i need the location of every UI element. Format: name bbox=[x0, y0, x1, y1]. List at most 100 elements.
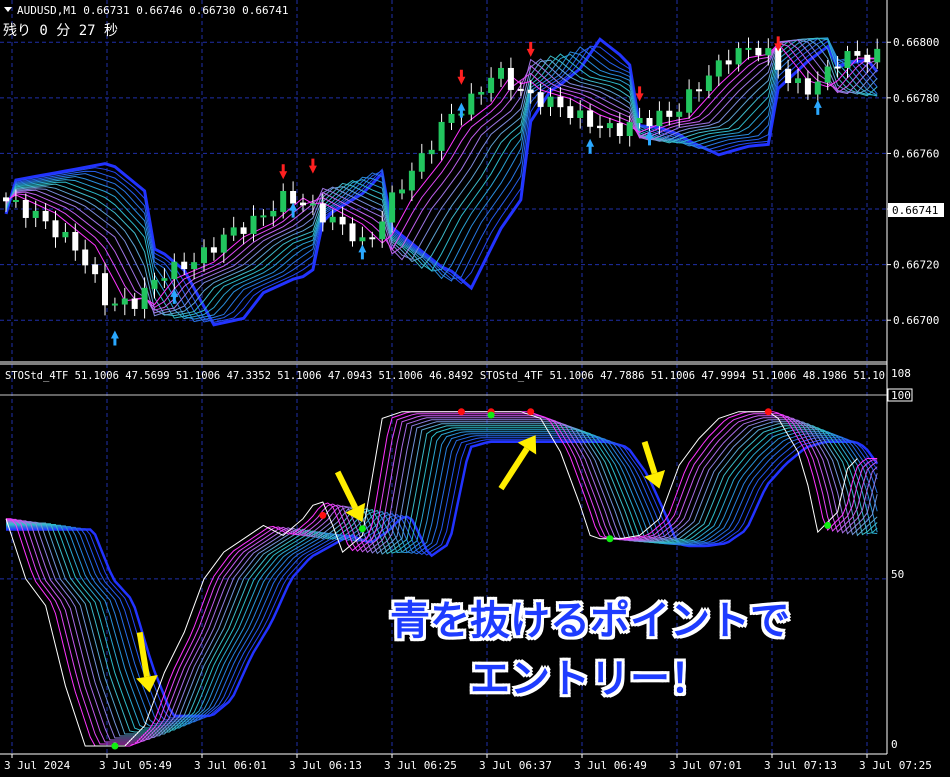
current-price-label: 0.66741 bbox=[892, 204, 938, 217]
buy-signal-dot bbox=[824, 521, 832, 529]
candle-body bbox=[319, 203, 326, 223]
candle-body bbox=[438, 121, 445, 151]
annotation-line-2: エントリー！ bbox=[470, 656, 710, 702]
price-tick-label: 0.66720 bbox=[893, 259, 939, 272]
oscillator-tick-label: 0 bbox=[891, 738, 898, 751]
candle-body bbox=[676, 111, 683, 117]
indicator-header: STOStd_4TF 51.1006 47.5699 51.1006 47.33… bbox=[5, 369, 885, 382]
candle-body bbox=[636, 117, 643, 124]
sell-signal-dot bbox=[319, 511, 327, 519]
candle-body bbox=[666, 110, 673, 117]
candle-body bbox=[765, 48, 772, 56]
time-tick-label: 3 Jul 06:25 bbox=[384, 759, 457, 772]
candle-body bbox=[735, 48, 742, 65]
sell-signal-dot bbox=[457, 408, 465, 416]
candle-body bbox=[567, 106, 574, 118]
candle-body bbox=[795, 78, 801, 84]
buy-signal-dot bbox=[358, 525, 366, 533]
candle-body bbox=[290, 191, 297, 204]
annotation-caption: 青を抜けるポイントで エントリー！ bbox=[355, 592, 825, 708]
symbol-header: AUDUSD,M1 0.66731 0.66746 0.66730 0.6674… bbox=[17, 4, 289, 17]
candle-body bbox=[250, 215, 257, 234]
candle-body bbox=[814, 81, 821, 95]
annotation-line-1: 青を抜けるポイントで bbox=[390, 598, 790, 644]
candle-body bbox=[577, 110, 584, 118]
candle-body bbox=[260, 215, 267, 218]
candle-body bbox=[171, 261, 178, 280]
time-tick-label: 3 Jul 06:49 bbox=[574, 759, 647, 772]
candle-body bbox=[3, 197, 9, 202]
oscillator-tick-label: 50 bbox=[891, 568, 904, 581]
candle-body bbox=[557, 96, 564, 108]
candle-body bbox=[616, 123, 623, 137]
candle-body bbox=[121, 298, 128, 305]
candle-body bbox=[587, 110, 594, 127]
time-tick-label: 3 Jul 06:01 bbox=[194, 759, 267, 772]
candle-body bbox=[339, 216, 346, 225]
candle-body bbox=[111, 303, 118, 306]
candle-body bbox=[102, 273, 108, 306]
sell-signal-dot bbox=[764, 408, 772, 416]
candle-body bbox=[626, 122, 633, 137]
candle-body bbox=[725, 60, 732, 65]
candle-body bbox=[191, 262, 198, 270]
candle-body bbox=[210, 247, 217, 253]
price-tick-label: 0.66800 bbox=[893, 36, 939, 49]
candle-body bbox=[389, 192, 396, 223]
candle-body bbox=[478, 91, 485, 95]
candle-body bbox=[696, 89, 702, 92]
candle-body bbox=[448, 113, 455, 123]
candle-body bbox=[517, 88, 524, 91]
candle-body bbox=[488, 77, 495, 93]
time-tick-label: 3 Jul 2024 bbox=[4, 759, 71, 772]
buy-signal-dot bbox=[487, 411, 495, 419]
candle-body bbox=[240, 227, 247, 234]
candle-body bbox=[547, 96, 554, 107]
buy-signal-dot bbox=[111, 742, 119, 750]
candle-body bbox=[498, 67, 504, 79]
buy-signal-dot bbox=[606, 535, 614, 543]
bar-countdown: 残り 0 分 27 秒 bbox=[3, 23, 118, 39]
time-tick-label: 3 Jul 06:37 bbox=[479, 759, 552, 772]
candle-body bbox=[399, 189, 405, 194]
candle-body bbox=[597, 125, 603, 129]
candle-body bbox=[646, 117, 653, 127]
candle-body bbox=[329, 216, 336, 223]
candle-body bbox=[834, 66, 841, 69]
candle-body bbox=[300, 202, 306, 206]
candle-body bbox=[349, 223, 356, 242]
time-tick-label: 3 Jul 06:13 bbox=[289, 759, 362, 772]
candle-body bbox=[804, 78, 811, 95]
candle-body bbox=[824, 66, 831, 83]
candle-body bbox=[428, 149, 435, 155]
candle-body bbox=[52, 220, 59, 238]
candle-body bbox=[468, 93, 475, 115]
candle-body bbox=[62, 231, 69, 238]
candle-body bbox=[418, 153, 425, 172]
time-tick-label: 3 Jul 07:25 bbox=[859, 759, 932, 772]
candle-body bbox=[151, 279, 158, 289]
candle-body bbox=[527, 89, 534, 94]
candle-body bbox=[131, 298, 138, 309]
candle-body bbox=[507, 67, 514, 90]
candle-body bbox=[854, 51, 861, 56]
candle-body bbox=[864, 54, 871, 63]
candle-body bbox=[755, 47, 762, 56]
time-tick-label: 3 Jul 07:01 bbox=[669, 759, 742, 772]
candle-body bbox=[309, 203, 316, 206]
candle-body bbox=[408, 170, 415, 191]
price-tick-label: 0.66780 bbox=[893, 92, 939, 105]
candle-body bbox=[201, 247, 207, 264]
oscillator-tick-label: 100 bbox=[891, 389, 911, 402]
candle-body bbox=[656, 110, 663, 127]
price-tick-label: 0.66760 bbox=[893, 147, 939, 160]
candle-body bbox=[874, 48, 881, 63]
sell-signal-dot bbox=[527, 408, 535, 416]
price-tick-label: 0.66700 bbox=[893, 314, 939, 327]
candle-body bbox=[686, 89, 693, 113]
candle-body bbox=[537, 92, 544, 107]
candle-body bbox=[379, 221, 386, 240]
candle-body bbox=[12, 199, 19, 202]
candle-body bbox=[92, 264, 99, 275]
candle-body bbox=[369, 237, 376, 240]
